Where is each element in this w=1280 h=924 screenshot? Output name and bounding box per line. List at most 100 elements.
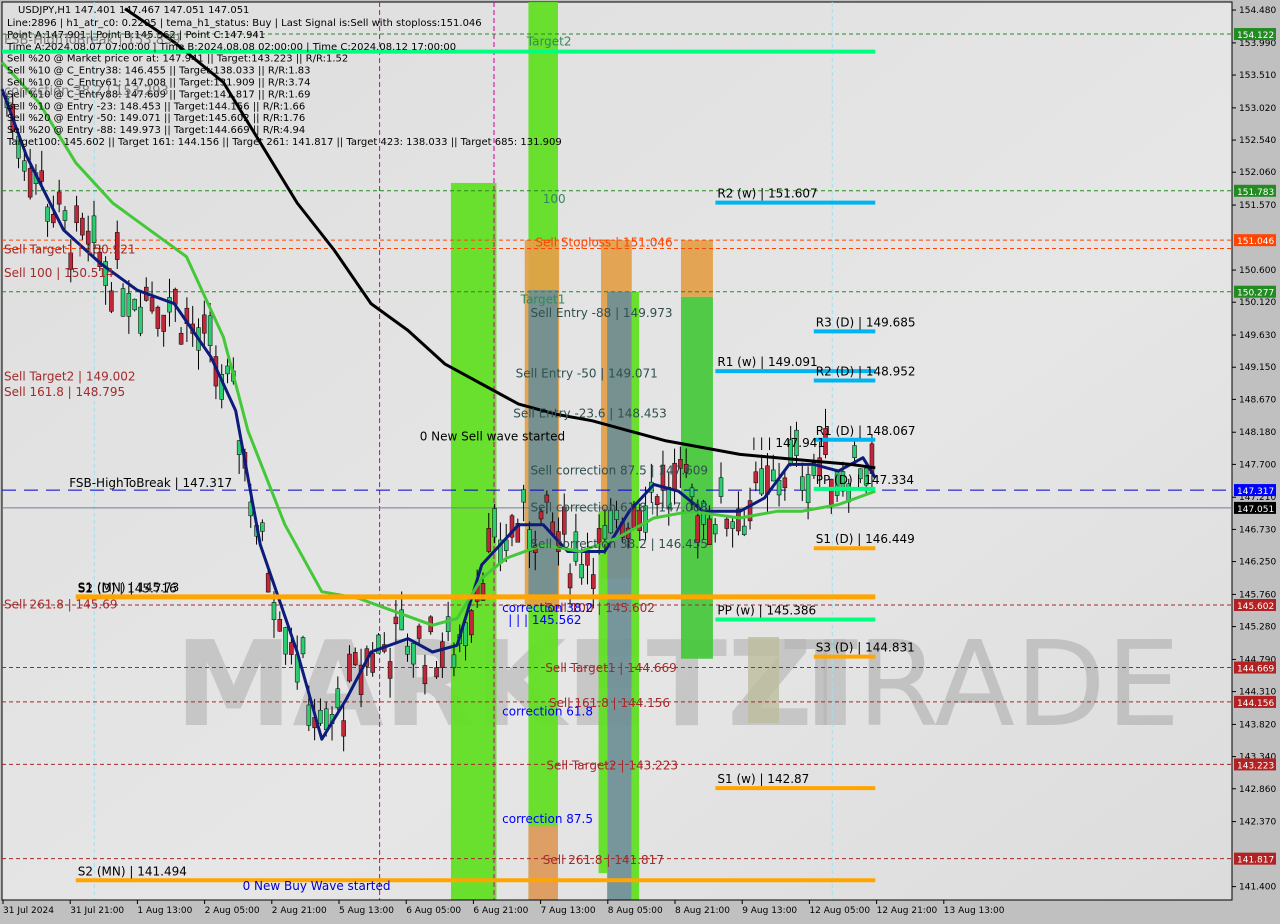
y-tick-label: 150.120 — [1239, 298, 1276, 308]
trading-chart[interactable]: MARKETZI TRADE R2 (w) | 151.607 R3 (D) | … — [0, 0, 1280, 920]
bear-candle — [585, 551, 590, 566]
bear-candle — [387, 661, 393, 679]
bull-candle — [771, 469, 776, 482]
x-tick-label: 1 Aug 13:00 — [137, 906, 192, 916]
y-tick-label: 148.670 — [1239, 395, 1276, 405]
price-badge-label: 141.817 — [1237, 856, 1274, 866]
bull-candle — [718, 477, 724, 497]
price-badge-label: 150.277 — [1237, 289, 1274, 299]
bear-candle — [782, 477, 788, 489]
bear-candle — [74, 205, 79, 224]
bull-candle — [335, 688, 341, 709]
bull-candle — [22, 160, 27, 172]
chart-annotation: Sell Target1 | 144.669 — [545, 661, 677, 675]
bull-candle — [120, 288, 126, 317]
x-tick-label: 5 Aug 13:00 — [339, 906, 394, 916]
price-badge-label: 144.669 — [1237, 665, 1274, 675]
bear-candle — [347, 653, 352, 682]
bear-candle — [434, 667, 439, 678]
x-tick-label: 6 Aug 21:00 — [473, 906, 528, 916]
chart-annotation: 0 New Buy Wave started — [243, 879, 391, 893]
pivot-label: R3 (D) | 149.685 — [816, 315, 916, 329]
y-tick-label: 150.600 — [1239, 266, 1276, 276]
chart-annotation: Sell correction 87.5 | 147.609 — [530, 463, 708, 477]
pivot-label: S2 (MN) | 141.494 — [78, 864, 187, 878]
pivot-label: R1 (w) | 149.091 — [717, 355, 817, 369]
bull-candle — [579, 564, 584, 579]
bull-candle — [730, 521, 735, 529]
x-tick-label: 7 Aug 13:00 — [541, 906, 596, 916]
price-badge-label: 151.783 — [1237, 188, 1274, 198]
y-tick-label: 154.480 — [1239, 6, 1276, 16]
x-tick-label: 2 Aug 21:00 — [272, 906, 327, 916]
x-tick-label: 8 Aug 05:00 — [608, 906, 663, 916]
ghost-label: correction 38.2 | 153.293 — [4, 84, 169, 99]
bull-candle — [306, 704, 312, 726]
bull-candle — [318, 709, 323, 724]
y-tick-label: 142.860 — [1239, 785, 1276, 795]
chart-annotation: Sell 261.8 | 145.69 — [4, 597, 118, 611]
info-line: Sell %20 @ Market price or at: 147.941 |… — [7, 54, 348, 65]
chart-annotation: Sell 161.8 | 148.795 — [4, 385, 125, 399]
chart-annotation: 0 New Sell wave started — [420, 429, 565, 443]
watermark-bar — [748, 637, 779, 723]
y-tick-label: 152.540 — [1239, 136, 1276, 146]
chart-annotation: Sell Entry -88 | 149.973 — [530, 306, 672, 320]
pivot-label: PP (D) | 147.334 — [816, 473, 914, 487]
y-tick-label: 146.250 — [1239, 558, 1276, 568]
chart-annotation: Sell 261.8 | 141.817 — [543, 853, 664, 867]
x-tick-label: 31 Jul 2024 — [3, 906, 54, 916]
price-axis[interactable]: 154.480153.990153.510153.020152.540152.0… — [1232, 0, 1280, 920]
price-badge-label: 147.317 — [1237, 487, 1274, 497]
bull-candle — [741, 525, 747, 535]
chart-annotation: correction 61.8 — [502, 705, 593, 719]
chart-annotation: Sell Entry -23.6 | 148.453 — [513, 406, 667, 420]
pivot-label: PP (w) | 145.386 — [717, 603, 816, 617]
signal-zone — [598, 511, 608, 874]
chart-annotation: Target1 — [520, 293, 566, 307]
pivot-label: R2 (D) | 148.952 — [816, 365, 916, 379]
bull-candle — [805, 474, 811, 504]
y-tick-label: 141.400 — [1239, 883, 1276, 893]
chart-annotation: Sell correction 38.2 | 146.455 — [530, 537, 708, 551]
bear-candle — [289, 642, 294, 655]
price-badge-label: 147.051 — [1237, 505, 1274, 515]
y-tick-label: 151.570 — [1239, 201, 1276, 211]
bull-candle — [411, 643, 416, 665]
y-tick-label: 143.820 — [1239, 720, 1276, 730]
chart-annotation: Sell Entry -50 | 149.071 — [516, 366, 658, 380]
chart-annotation: Target2 — [526, 35, 572, 49]
y-tick-label: 148.180 — [1239, 428, 1276, 438]
bear-candle — [277, 619, 283, 632]
chart-svg[interactable]: MARKETZI TRADE R2 (w) | 151.607R3 (D) | … — [0, 0, 1280, 920]
bear-candle — [80, 217, 85, 236]
chart-annotation: correction 87.5 — [502, 812, 593, 826]
x-tick-label: 13 Aug 13:00 — [944, 906, 1005, 916]
bull-candle — [138, 306, 143, 334]
bull-candle — [759, 468, 764, 495]
bear-candle — [393, 616, 399, 625]
bull-candle — [445, 616, 451, 633]
y-tick-label: 145.760 — [1239, 590, 1276, 600]
bull-candle — [689, 487, 695, 498]
bull-candle — [712, 524, 718, 535]
bull-candle — [492, 508, 497, 538]
pivot-label: S1 (D) | 146.449 — [816, 532, 915, 546]
bull-candle — [225, 365, 230, 375]
bear-candle — [486, 528, 492, 552]
watermark-right: TRADE — [784, 615, 1180, 753]
symbol-ohlc-header: USDJPY,H1 147.401 147.467 147.051 147.05… — [18, 5, 249, 16]
info-line: Sell %20 @ Entry -50: 149.071 || Target:… — [7, 113, 305, 124]
y-tick-label: 152.060 — [1239, 168, 1276, 178]
bear-candle — [39, 170, 45, 182]
pivot-label: R1 (D) | 148.067 — [816, 424, 916, 438]
x-tick-label: 6 Aug 05:00 — [406, 906, 461, 916]
chart-annotation: Sell Target2 | 149.002 — [4, 370, 136, 384]
bull-candle — [852, 445, 857, 459]
bull-candle — [271, 602, 277, 621]
price-badge-label: 145.602 — [1237, 602, 1274, 612]
bear-candle — [149, 297, 155, 312]
bear-candle — [567, 573, 573, 589]
bull-candle — [451, 654, 457, 668]
bear-candle — [109, 290, 114, 312]
